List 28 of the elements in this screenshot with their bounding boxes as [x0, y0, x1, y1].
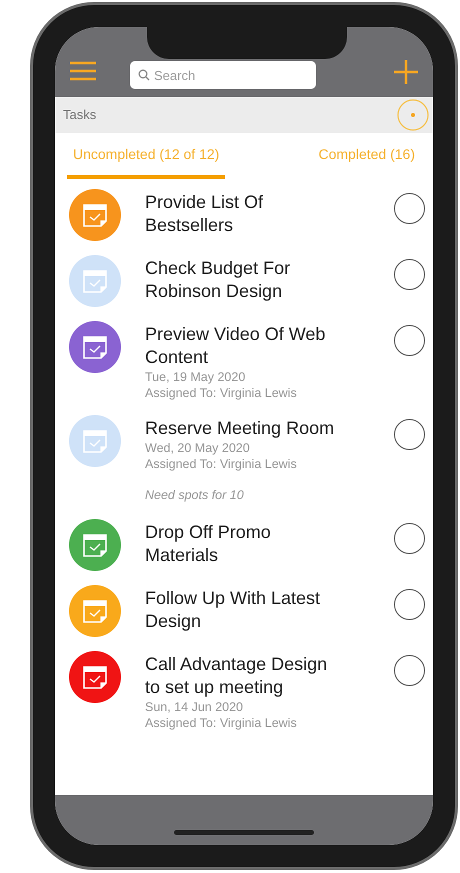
task-title: Provide List Of Bestsellers — [145, 191, 264, 237]
task-title: Call Advantage Design to set up meeting — [145, 652, 328, 699]
task-assignee: Assigned To: Virginia Lewis — [145, 456, 298, 472]
task-title: Drop Off Promo Materials — [145, 520, 272, 567]
complete-checkbox[interactable] — [394, 419, 425, 450]
complete-checkbox[interactable] — [394, 193, 425, 224]
search-field[interactable]: Search — [130, 61, 316, 89]
task-note: Need spots for 10 — [145, 487, 245, 504]
task-title: Check Budget For Robinson Design — [145, 257, 292, 303]
complete-checkbox[interactable] — [394, 588, 425, 620]
task-assignee: Assigned To: Virginia Lewis — [145, 714, 298, 731]
tab[interactable]: Uncompleted (12 of 12) — [67, 133, 226, 179]
section-title: Tasks — [63, 106, 96, 124]
complete-checkbox[interactable] — [394, 654, 425, 686]
tab[interactable]: Completed (16) — [312, 133, 421, 179]
complete-checkbox[interactable] — [394, 259, 425, 290]
search-icon — [138, 69, 150, 81]
task-title: Preview Video Of Web Content — [145, 323, 326, 369]
task-date: Sun, 14 Jun 2020 — [145, 698, 244, 715]
complete-checkbox[interactable] — [394, 522, 425, 554]
add-icon[interactable] — [393, 59, 419, 85]
task-date: Tue, 19 May 2020 — [145, 369, 246, 385]
task-date: Wed, 20 May 2020 — [145, 440, 251, 456]
menu-icon[interactable] — [69, 61, 97, 81]
task-title: Reserve Meeting Room — [145, 417, 336, 440]
task-title: Follow Up With Latest Design — [145, 586, 322, 633]
task-assignee: Assigned To: Virginia Lewis — [145, 385, 298, 401]
complete-checkbox[interactable] — [394, 325, 425, 356]
